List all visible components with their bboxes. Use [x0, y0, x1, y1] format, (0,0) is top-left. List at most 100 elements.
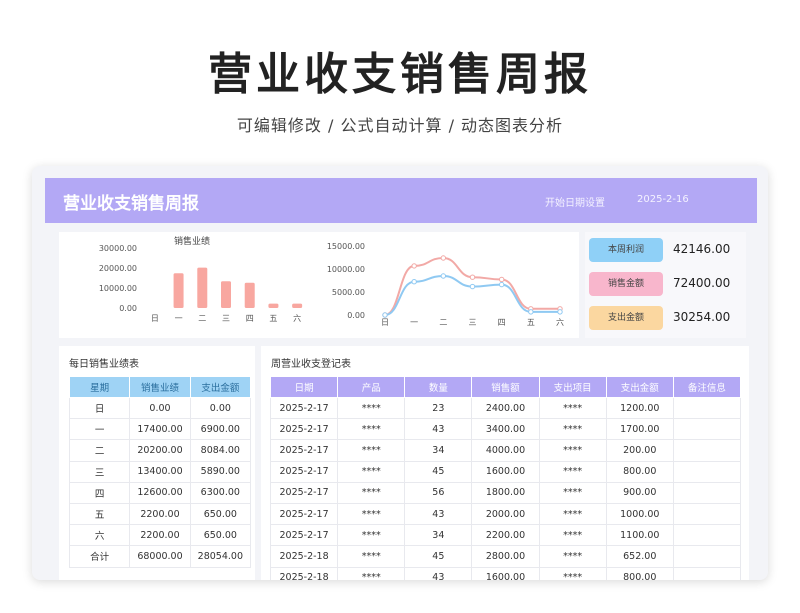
weekly-table-cell[interactable]: [672, 418, 742, 441]
daily-table-cell[interactable]: 68000.00: [129, 545, 191, 568]
weekly-table-cell[interactable]: ****: [337, 418, 406, 441]
weekly-table-cell[interactable]: ****: [538, 566, 607, 580]
weekly-table-cell[interactable]: 2025-2-17: [269, 439, 339, 462]
weekly-table-cell[interactable]: 1100.00: [605, 524, 674, 547]
weekly-table-cell[interactable]: 1800.00: [471, 481, 540, 504]
daily-table-cell[interactable]: 5890.00: [189, 460, 252, 483]
weekly-table-cell[interactable]: [672, 439, 742, 462]
daily-table-cell[interactable]: 650.00: [189, 524, 252, 547]
weekly-table-cell[interactable]: ****: [538, 439, 607, 462]
daily-header-cell: 销售业绩: [129, 376, 191, 398]
weekly-table-cell[interactable]: 43: [404, 418, 473, 441]
line-x-tick-label: 日: [381, 318, 389, 327]
weekly-table-cell[interactable]: 1600.00: [471, 460, 540, 483]
weekly-table-cell[interactable]: ****: [538, 502, 607, 526]
daily-table-cell[interactable]: 2200.00: [129, 502, 191, 526]
weekly-table-cell[interactable]: 2025-2-18: [269, 566, 339, 580]
weekly-table-cell[interactable]: ****: [337, 502, 406, 526]
bar: [221, 281, 231, 308]
weekly-table-cell[interactable]: 1600.00: [471, 566, 540, 580]
daily-table-cell[interactable]: 650.00: [189, 502, 252, 526]
weekly-table-cell[interactable]: 200.00: [605, 439, 674, 462]
weekly-table-cell[interactable]: 56: [404, 481, 473, 504]
weekly-table-cell[interactable]: 45: [404, 545, 473, 568]
weekly-table-cell[interactable]: ****: [337, 481, 406, 504]
weekly-table-cell[interactable]: [672, 481, 742, 504]
weekly-table-cell[interactable]: ****: [538, 396, 607, 420]
weekly-table-cell[interactable]: ****: [337, 566, 406, 580]
daily-table-cell[interactable]: 合计: [68, 545, 131, 568]
weekly-table-cell[interactable]: 1200.00: [605, 396, 674, 420]
daily-table-cell[interactable]: 6900.00: [189, 418, 252, 441]
weekly-table-cell[interactable]: ****: [538, 481, 607, 504]
weekly-table-cell[interactable]: 2200.00: [471, 524, 540, 547]
daily-table-cell[interactable]: 五: [68, 502, 131, 526]
weekly-table-cell[interactable]: 652.00: [605, 545, 674, 568]
kpi-profit-label: 本周利润: [589, 238, 663, 262]
daily-table-cell[interactable]: 28054.00: [189, 545, 252, 568]
weekly-table-cell[interactable]: ****: [538, 460, 607, 483]
line-y-tick-label: 0.00: [347, 311, 365, 320]
weekly-table-cell[interactable]: 800.00: [605, 566, 674, 580]
daily-table-cell[interactable]: 6300.00: [189, 481, 252, 504]
weekly-table-cell[interactable]: 1000.00: [605, 502, 674, 526]
weekly-table-cell[interactable]: 2000.00: [471, 502, 540, 526]
weekly-table-cell[interactable]: ****: [538, 524, 607, 547]
weekly-table-cell[interactable]: 2025-2-18: [269, 545, 339, 568]
weekly-table-cell[interactable]: [672, 396, 742, 420]
weekly-table-cell[interactable]: ****: [538, 545, 607, 568]
kpi-expense: 支出金额 30254.00: [589, 306, 744, 330]
weekly-table-cell[interactable]: [672, 502, 742, 526]
weekly-table-cell[interactable]: 800.00: [605, 460, 674, 483]
daily-table-cell[interactable]: 日: [68, 396, 131, 420]
weekly-table-cell[interactable]: ****: [337, 545, 406, 568]
weekly-table-cell[interactable]: [672, 524, 742, 547]
weekly-table-cell[interactable]: 2025-2-17: [269, 396, 339, 420]
daily-table-cell[interactable]: 2200.00: [129, 524, 191, 547]
weekly-table-cell[interactable]: 43: [404, 566, 473, 580]
weekly-table-cell[interactable]: 34: [404, 439, 473, 462]
daily-table-cell[interactable]: 六: [68, 524, 131, 547]
daily-table-cell[interactable]: 13400.00: [129, 460, 191, 483]
daily-table-cell[interactable]: 0.00: [189, 396, 252, 420]
bar-x-tick-label: 五: [269, 314, 277, 323]
weekly-table-cell[interactable]: 4000.00: [471, 439, 540, 462]
weekly-table-cell[interactable]: 2800.00: [471, 545, 540, 568]
weekly-table-cell[interactable]: 2025-2-17: [269, 524, 339, 547]
weekly-table-cell[interactable]: 2025-2-17: [269, 502, 339, 526]
weekly-table-cell[interactable]: 45: [404, 460, 473, 483]
weekly-table-cell[interactable]: 43: [404, 502, 473, 526]
bar-x-tick-label: 日: [151, 314, 159, 323]
daily-table-cell[interactable]: 一: [68, 418, 131, 441]
weekly-table-cell[interactable]: ****: [337, 460, 406, 483]
daily-table-cell[interactable]: 二: [68, 439, 131, 462]
weekly-table-cell[interactable]: 2025-2-17: [269, 418, 339, 441]
weekly-table-cell[interactable]: 34: [404, 524, 473, 547]
weekly-table-cell[interactable]: 1700.00: [605, 418, 674, 441]
weekly-table-cell[interactable]: 2400.00: [471, 396, 540, 420]
daily-table-row: 三 13400.00 5890.00: [68, 460, 252, 483]
weekly-table-cell[interactable]: [672, 566, 742, 580]
weekly-table-cell[interactable]: 3400.00: [471, 418, 540, 441]
daily-table-cell[interactable]: 17400.00: [129, 418, 191, 441]
weekly-table-cell[interactable]: 2025-2-17: [269, 481, 339, 504]
daily-table-cell[interactable]: 8084.00: [189, 439, 252, 462]
weekly-table-cell[interactable]: ****: [337, 439, 406, 462]
weekly-table-cell[interactable]: [672, 460, 742, 483]
daily-table-cell[interactable]: 12600.00: [129, 481, 191, 504]
weekly-table-cell[interactable]: ****: [337, 396, 406, 420]
weekly-table-cell[interactable]: 23: [404, 396, 473, 420]
daily-table-cell[interactable]: 四: [68, 481, 131, 504]
weekly-table-cell[interactable]: [672, 545, 742, 568]
weekly-table-cell[interactable]: ****: [538, 418, 607, 441]
daily-table-cell[interactable]: 20200.00: [129, 439, 191, 462]
daily-table-cell[interactable]: 0.00: [129, 396, 191, 420]
daily-table-cell[interactable]: 三: [68, 460, 131, 483]
line-point: [469, 274, 476, 280]
weekly-table-row: 2025-2-18 **** 45 2800.00 **** 652.00: [269, 545, 742, 568]
weekly-table-cell[interactable]: 900.00: [605, 481, 674, 504]
weekly-table-cell[interactable]: 2025-2-17: [269, 460, 339, 483]
kpi-sales-value: 72400.00: [673, 276, 731, 290]
start-date-value[interactable]: 2025-2-16: [637, 194, 689, 205]
weekly-table-cell[interactable]: ****: [337, 524, 406, 547]
